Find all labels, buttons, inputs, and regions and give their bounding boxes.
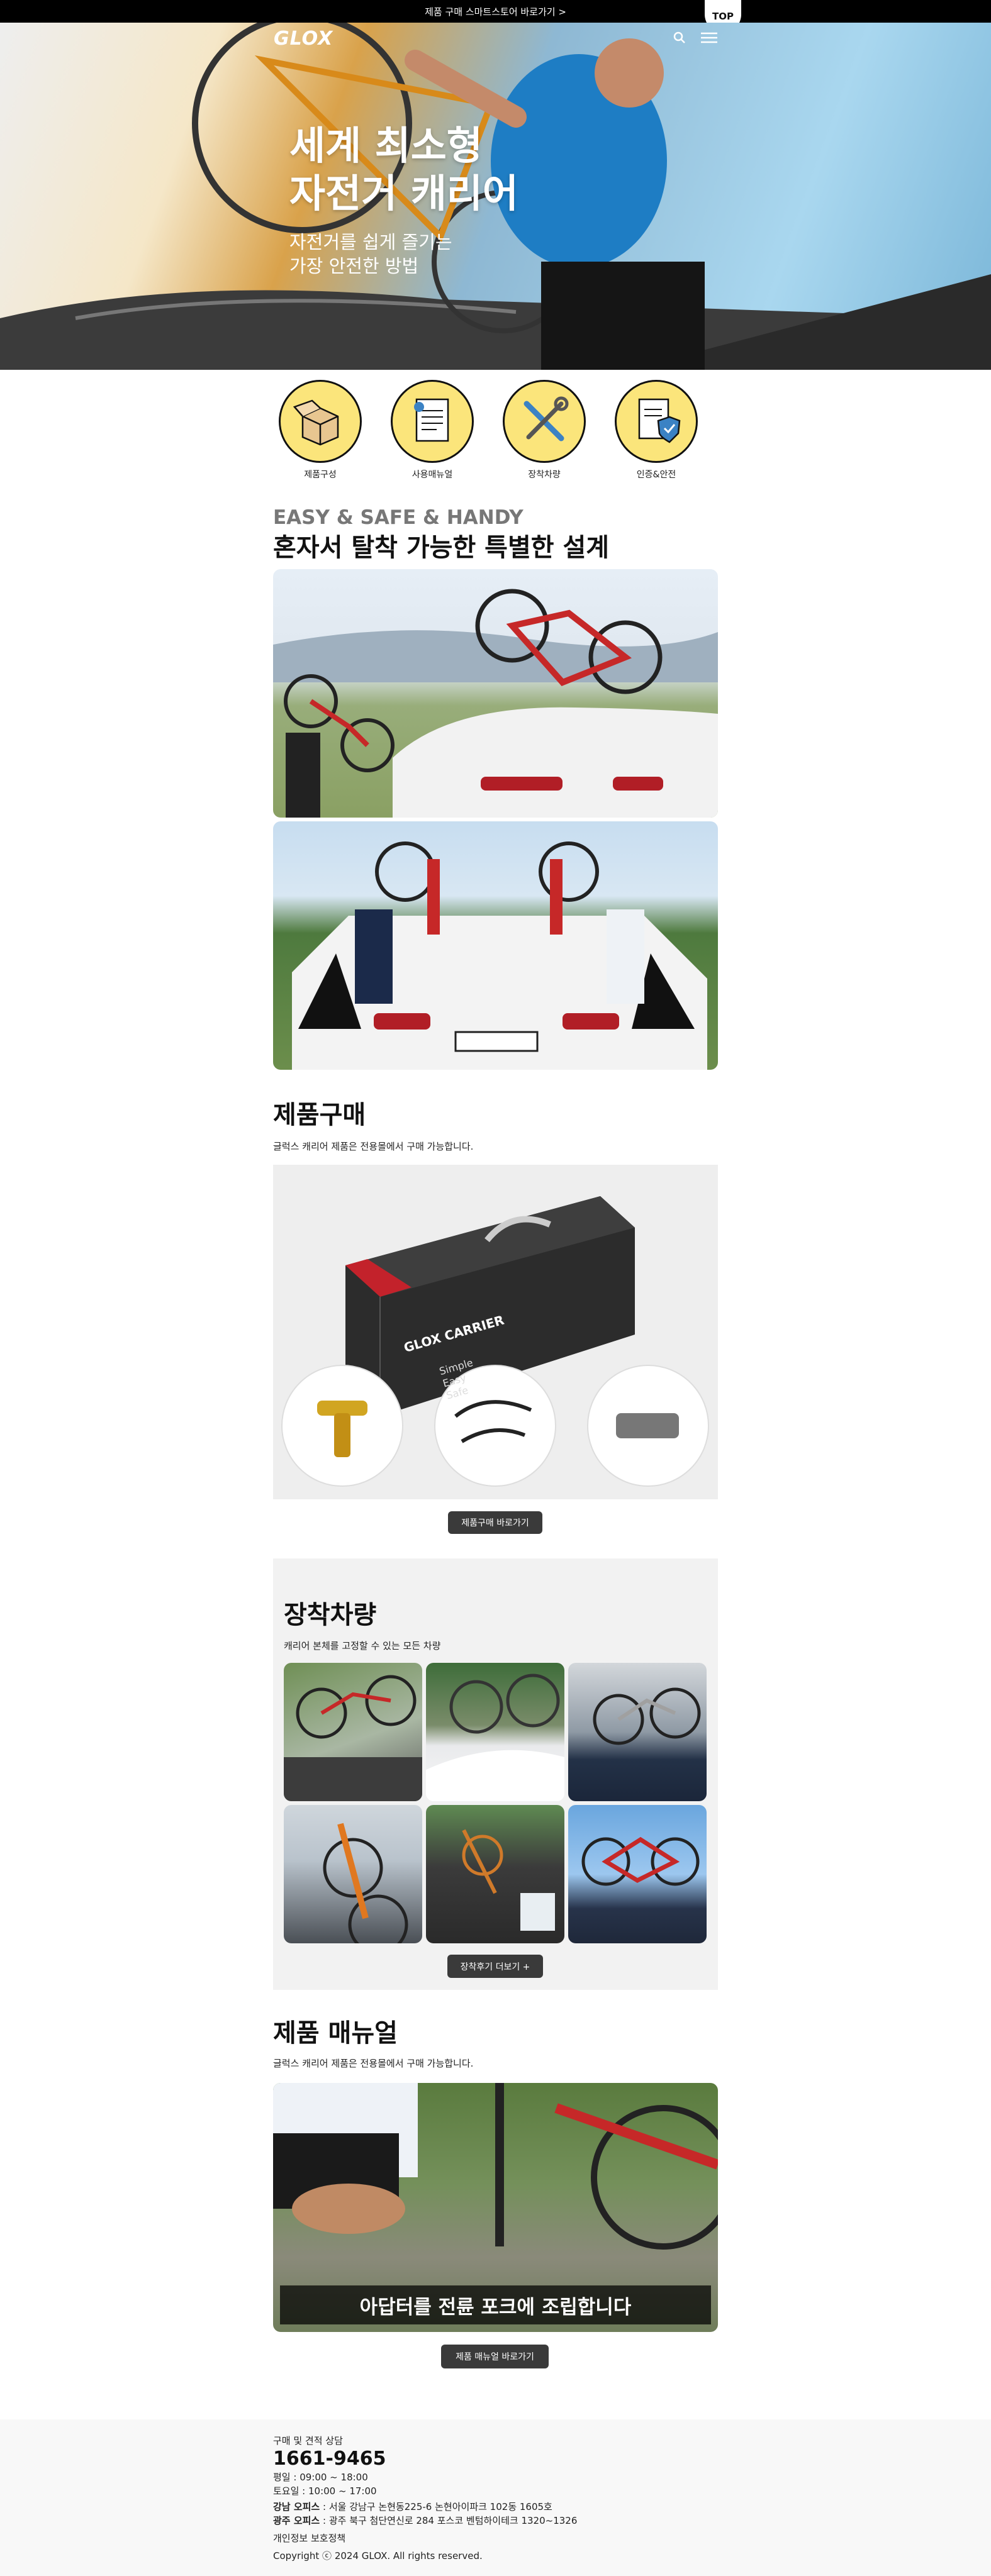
footer-copyright: Copyright ⓒ 2024 GLOX. All rights reserv… bbox=[273, 2550, 483, 2562]
category-vehicles[interactable]: 장착차량 bbox=[497, 380, 591, 480]
tools-icon bbox=[503, 380, 586, 463]
manual-title: 제품 매뉴얼 bbox=[273, 2019, 398, 2048]
office-address: : 서울 강남구 논현동225-6 논현아이파크 102동 1605호 bbox=[320, 2501, 552, 2512]
footer-weekday-hours: 평일 : 09:00 ~ 18:00 bbox=[273, 2472, 368, 2483]
logo[interactable]: GLOX bbox=[274, 28, 333, 50]
manual-caption: 아답터를 전륜 포크에 조립합니다 bbox=[280, 2285, 711, 2324]
footer-office-gangnam: 강남 오피스 : 서울 강남구 논현동225-6 논현아이파크 102동 160… bbox=[273, 2500, 552, 2513]
office-address: : 광주 북구 첨단연신로 284 포스코 벤텀하이테크 1320~1326 bbox=[320, 2515, 578, 2526]
category-components[interactable]: 제품구성 bbox=[273, 380, 367, 480]
vehicles-desc: 캐리어 본체를 고정할 수 있는 모든 차량 bbox=[284, 1640, 441, 1652]
category-manual[interactable]: 사용매뉴얼 bbox=[385, 380, 479, 480]
document-icon bbox=[391, 380, 474, 463]
category-certification[interactable]: 인증&안전 bbox=[609, 380, 703, 480]
vehicle-photo-2[interactable] bbox=[426, 1663, 564, 1801]
office-label: 강남 오피스 bbox=[273, 2501, 320, 2512]
footer-consult-label: 구매 및 견적 상담 bbox=[273, 2435, 343, 2446]
search-icon[interactable] bbox=[673, 31, 686, 44]
footer bbox=[0, 2419, 991, 2576]
hero-banner: GLOX 세계 최소형 자전거 캐리어 자전거를 쉽게 즐기는 가장 안전한 방… bbox=[0, 23, 991, 370]
design-title: 혼자서 탈착 가능한 특별한 설계 bbox=[273, 533, 610, 562]
hero-title: 세계 최소형 자전거 캐리어 bbox=[289, 123, 518, 216]
category-label: 제품구성 bbox=[304, 470, 337, 480]
shield-document-icon bbox=[615, 380, 698, 463]
manual-desc: 글럭스 캐리어 제품은 전용몰에서 구매 가능합니다. bbox=[273, 2058, 474, 2069]
purchase-title: 제품구매 bbox=[273, 1101, 366, 1130]
box-icon bbox=[279, 380, 362, 463]
hero-subtitle: 자전거를 쉽게 즐기는 가장 안전한 방법 bbox=[289, 231, 452, 277]
purchase-button[interactable]: 제품구매 바로가기 bbox=[448, 1511, 542, 1534]
smartstore-link[interactable]: 제품 구매 스마트스토어 바로가기 > bbox=[425, 5, 566, 18]
vehicle-photo-6[interactable] bbox=[568, 1805, 707, 1943]
vehicle-photo-5[interactable] bbox=[426, 1805, 564, 1943]
reviews-more-button[interactable]: 장착후기 더보기 + bbox=[447, 1955, 543, 1978]
privacy-policy-link[interactable]: 개인정보 보호정책 bbox=[273, 2531, 345, 2545]
office-label: 광주 오피스 bbox=[273, 2515, 320, 2526]
top-announcement-bar[interactable]: 제품 구매 스마트스토어 바로가기 > bbox=[0, 0, 991, 23]
design-eyebrow: EASY & SAFE & HANDY bbox=[273, 506, 523, 529]
footer-phone[interactable]: 1661-9465 bbox=[273, 2448, 386, 2470]
manual-button[interactable]: 제품 매뉴얼 바로가기 bbox=[441, 2345, 549, 2368]
vehicles-title: 장착차량 bbox=[284, 1601, 377, 1629]
purchase-desc: 글럭스 캐리어 제품은 전용몰에서 구매 가능합니다. bbox=[273, 1141, 474, 1152]
category-label: 장착차량 bbox=[528, 470, 561, 480]
manual-video[interactable]: 아답터를 전륜 포크에 조립합니다 bbox=[273, 2083, 718, 2332]
footer-office-gwangju: 광주 오피스 : 광주 북구 첨단연신로 284 포스코 벤텀하이테크 1320… bbox=[273, 2514, 577, 2527]
category-label: 사용매뉴얼 bbox=[412, 470, 453, 480]
category-shortcuts: 제품구성 사용매뉴얼 장착차량 인증&안전 bbox=[273, 380, 718, 487]
vehicle-photo-3[interactable] bbox=[568, 1663, 707, 1801]
hamburger-menu-icon[interactable] bbox=[701, 31, 717, 44]
design-photo-1 bbox=[273, 569, 718, 818]
vehicle-photo-1[interactable] bbox=[284, 1663, 422, 1801]
category-label: 인증&안전 bbox=[636, 470, 676, 480]
product-image: GLOX CARRIER Simple Easy Safe bbox=[273, 1165, 718, 1499]
footer-saturday-hours: 토요일 : 10:00 ~ 17:00 bbox=[273, 2485, 377, 2497]
vehicle-photo-4[interactable] bbox=[284, 1805, 422, 1943]
design-photo-2 bbox=[273, 821, 718, 1070]
